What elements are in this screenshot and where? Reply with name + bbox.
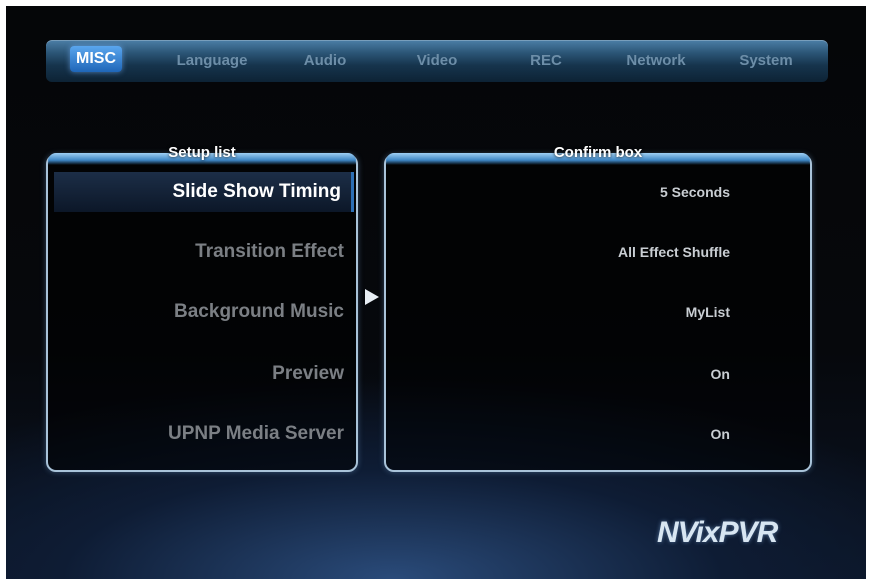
setup-item-upnp-media-server[interactable]: UPNP Media Server: [168, 414, 344, 454]
confirm-value-upnp-media-server[interactable]: On: [711, 414, 730, 454]
confirm-box-title: Confirm box: [553, 144, 643, 161]
selection-arrow-icon: [365, 289, 379, 305]
tab-language[interactable]: Language: [167, 48, 257, 74]
tv-screen: MISC Language Audio Video REC Network Sy…: [6, 6, 866, 579]
top-menu-bar: MISC Language Audio Video REC Network Sy…: [46, 40, 828, 82]
confirm-value-slide-show-timing[interactable]: 5 Seconds: [660, 172, 730, 212]
tab-video[interactable]: Video: [402, 48, 472, 74]
tab-misc[interactable]: MISC: [70, 46, 122, 72]
setup-item-background-music[interactable]: Background Music: [174, 292, 344, 332]
confirm-value-transition-effect[interactable]: All Effect Shuffle: [618, 232, 730, 272]
tab-network[interactable]: Network: [614, 48, 698, 74]
setup-list-panel: Setup list Slide Show Timing Transition …: [46, 144, 358, 472]
setup-item-transition-effect[interactable]: Transition Effect: [195, 232, 344, 272]
tab-system[interactable]: System: [726, 48, 806, 74]
tab-rec[interactable]: REC: [516, 48, 576, 74]
confirm-value-preview[interactable]: On: [711, 354, 730, 394]
tab-audio[interactable]: Audio: [290, 48, 360, 74]
confirm-value-background-music[interactable]: MyList: [686, 292, 730, 332]
setup-item-preview[interactable]: Preview: [272, 354, 344, 394]
confirm-box-panel: Confirm box 5 Seconds All Effect Shuffle…: [384, 144, 812, 472]
setup-list-title: Setup list: [168, 144, 236, 161]
setup-item-slide-show-timing[interactable]: Slide Show Timing: [54, 172, 354, 212]
brand-logo: NVixPVR: [657, 516, 778, 549]
